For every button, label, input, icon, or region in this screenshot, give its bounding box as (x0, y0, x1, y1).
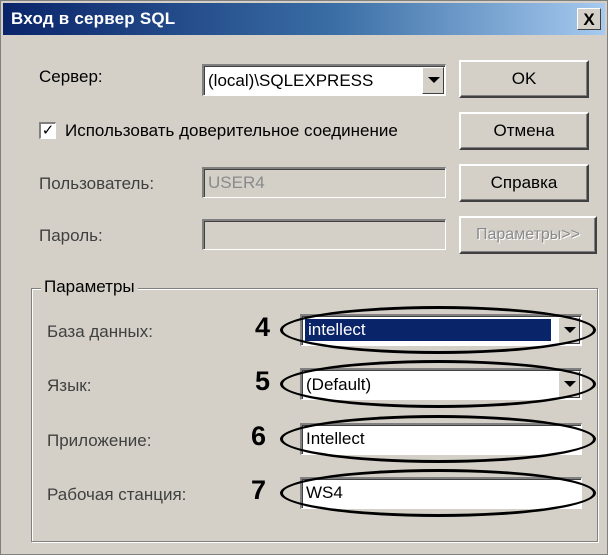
ok-button[interactable]: OK (459, 60, 589, 98)
server-value: (local)\SQLEXPRESS (208, 71, 374, 90)
trusted-connection-label: Использовать доверительное соединение (65, 121, 398, 140)
chevron-down-icon[interactable] (422, 67, 444, 94)
application-field[interactable]: Intellect (300, 423, 582, 455)
password-field[interactable] (202, 219, 446, 250)
application-label: Приложение: (47, 431, 152, 450)
user-field[interactable]: USER4 (202, 167, 446, 198)
workstation-label: Рабочая станция: (47, 485, 187, 504)
language-label: Язык: (47, 376, 92, 395)
language-combobox[interactable]: (Default) (300, 368, 582, 400)
help-button[interactable]: Справка (459, 164, 589, 202)
close-icon[interactable]: X (577, 8, 601, 30)
workstation-field[interactable]: WS4 (300, 477, 582, 509)
marker-7: 7 (251, 475, 267, 505)
database-label: База данных: (47, 322, 153, 341)
marker-5: 5 (255, 366, 271, 396)
sql-login-dialog: Вход в сервер SQL X Сервер: (local)\SQLE… (0, 0, 608, 555)
database-combobox[interactable]: intellect (300, 314, 582, 346)
password-label: Пароль: (39, 226, 103, 245)
marker-6: 6 (251, 421, 267, 451)
marker-4: 4 (255, 312, 271, 342)
trusted-connection-checkbox[interactable]: ✓ (39, 122, 56, 139)
chevron-down-icon[interactable] (558, 317, 580, 344)
server-label: Сервер: (39, 67, 103, 86)
title-bar[interactable]: Вход в сервер SQL X (3, 3, 605, 35)
chevron-down-icon[interactable] (558, 371, 580, 398)
window-title: Вход в сервер SQL (11, 9, 176, 28)
parameters-button[interactable]: Параметры>> (459, 216, 597, 254)
user-label: Пользователь: (39, 174, 155, 193)
database-value: intellect (305, 319, 551, 341)
server-combobox[interactable]: (local)\SQLEXPRESS (202, 64, 446, 96)
cancel-button[interactable]: Отмена (459, 112, 589, 150)
parameters-legend: Параметры (41, 277, 138, 297)
language-value: (Default) (306, 375, 372, 394)
